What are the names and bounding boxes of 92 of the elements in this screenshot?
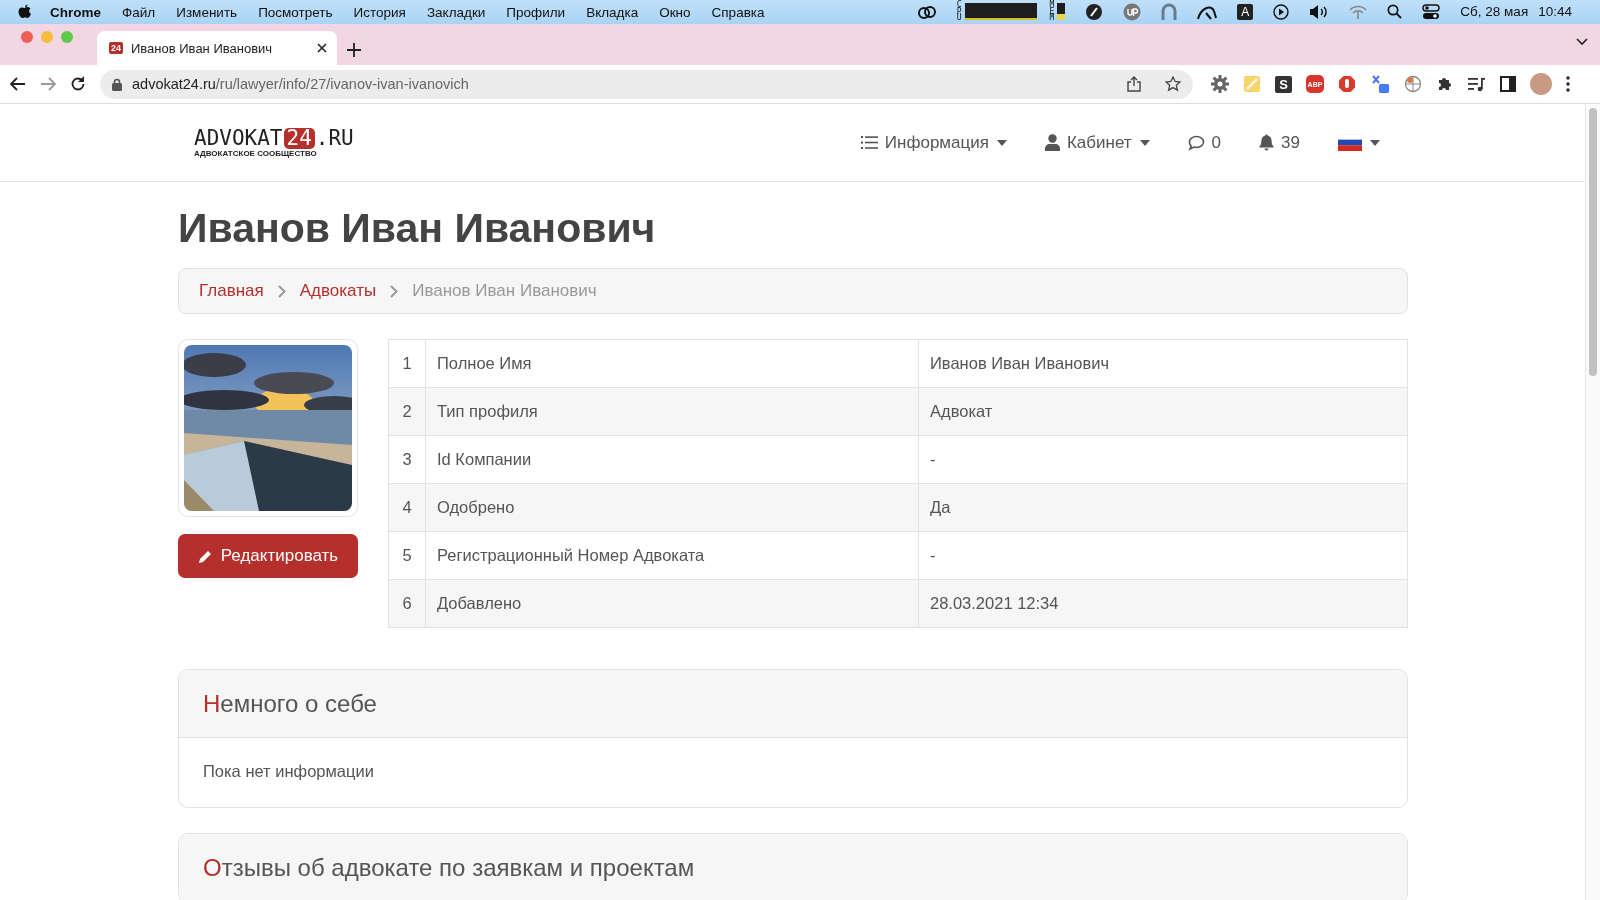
arch-icon[interactable] — [1161, 3, 1178, 21]
star-icon[interactable] — [1165, 76, 1181, 92]
field-name-cell: Тип профиля — [425, 387, 919, 436]
breadcrumb-current: Иванов Иван Иванович — [412, 281, 597, 301]
field-value-cell: 28.03.2021 12:34 — [918, 579, 1408, 628]
menu-item[interactable]: История — [353, 4, 406, 20]
list-icon — [860, 135, 878, 150]
chevron-right-icon — [277, 284, 286, 298]
caret-icon — [1139, 139, 1150, 146]
menu-item[interactable]: Изменить — [176, 4, 238, 20]
extension-icon[interactable]: S — [1275, 75, 1292, 93]
field-name-cell: Добавлено — [425, 579, 919, 628]
breadcrumb-link[interactable]: Адвокаты — [299, 281, 377, 301]
pencil-icon — [197, 548, 213, 564]
menu-item[interactable]: Посмотреть — [258, 4, 333, 20]
row-number: 5 — [388, 531, 426, 580]
menu-item[interactable]: Профили — [506, 4, 566, 20]
browser-tab[interactable]: 24 Иванов Иван Иванович — [97, 31, 337, 65]
share-icon[interactable] — [1127, 76, 1141, 92]
menu-time[interactable]: 10:44 — [1538, 4, 1572, 20]
cpu-graph[interactable] — [964, 3, 1037, 21]
lock-icon — [112, 77, 122, 91]
more-options-icon[interactable] — [1566, 76, 1570, 92]
cpu-label: CPU — [956, 1, 962, 23]
side-panel-icon[interactable] — [1500, 76, 1516, 92]
notifications-count[interactable]: 39 — [1281, 132, 1300, 153]
memory-label: MEM — [1049, 1, 1055, 23]
tab-title: Иванов Иван Иванович — [131, 40, 274, 56]
menu-item[interactable]: Файл — [122, 4, 156, 20]
new-tab-icon[interactable] — [347, 43, 361, 57]
forward-arrow-icon[interactable] — [40, 77, 56, 91]
row-number: 2 — [388, 387, 426, 436]
row-number: 6 — [388, 579, 426, 628]
flag-icon[interactable] — [1338, 134, 1362, 151]
field-name-cell: Одобрено — [425, 483, 919, 532]
messages-count[interactable]: 0 — [1211, 132, 1222, 153]
reload-icon[interactable] — [70, 76, 86, 92]
field-value-cell: Иванов Иван Иванович — [918, 339, 1408, 388]
upload-badge-icon[interactable] — [1123, 3, 1142, 21]
menu-item[interactable]: Закладки — [426, 4, 486, 20]
row-number: 3 — [388, 435, 426, 484]
address-bar[interactable]: advokat24.ru/ru/lawyer/info/27/ivanov-ivan-ivanovich — [100, 69, 1193, 99]
field-name-cell: Регистрационный Номер Адвоката — [425, 531, 919, 580]
chevron-down-icon[interactable] — [1576, 38, 1588, 46]
site-favicon: 24 — [109, 42, 123, 54]
page-title: Иванов Иван Иванович — [178, 204, 657, 252]
puzzle-icon[interactable] — [1436, 75, 1454, 93]
scrollbar[interactable] — [1585, 104, 1600, 900]
logo-tagline: АДВОКАТСКОЕ СООБЩЕСТВО — [194, 148, 318, 158]
nav-menu-link[interactable]: Информация — [884, 132, 989, 153]
section-title: Отзывы об адвокате по заявкам и проектам — [203, 853, 695, 882]
url-text: advokat24.ru/ru/lawyer/info/27/ivanov-ivan-ivanovich — [132, 76, 470, 92]
field-name-cell: Id Компании — [425, 435, 919, 484]
close-icon[interactable] — [317, 43, 327, 53]
logo-badge[interactable]: 24 — [283, 127, 315, 149]
input-source-icon[interactable]: A — [1237, 4, 1254, 20]
field-value-cell: - — [918, 531, 1408, 580]
menu-item[interactable]: Справка — [711, 4, 765, 20]
menu-item[interactable]: Вкладка — [586, 4, 639, 20]
section-title: Немного о себе — [203, 689, 377, 718]
row-number: 4 — [388, 483, 426, 532]
globe-icon[interactable] — [1404, 75, 1422, 93]
section-text: Пока нет информации — [202, 761, 375, 782]
field-value-cell: - — [918, 435, 1408, 484]
logo-text[interactable]: ADVOKAT — [194, 127, 283, 149]
menu-app-name[interactable]: Chrome — [50, 4, 101, 20]
wifi-icon[interactable] — [1349, 4, 1368, 20]
logo-suffix[interactable]: .RU — [315, 127, 354, 149]
memory-meter[interactable] — [1057, 3, 1066, 21]
user-icon — [1044, 134, 1060, 151]
menu-item[interactable]: Окно — [659, 4, 691, 20]
field-value-cell: Да — [918, 483, 1408, 532]
volume-icon[interactable] — [1309, 4, 1330, 20]
play-icon[interactable] — [1273, 4, 1290, 20]
search-icon[interactable] — [1387, 4, 1403, 20]
apple-icon[interactable] — [18, 4, 32, 20]
field-name-cell: Полное Имя — [425, 339, 919, 388]
menu-date[interactable]: Сб, 28 мая — [1460, 4, 1529, 20]
bell-icon — [1259, 134, 1275, 151]
caret-icon — [996, 139, 1007, 146]
back-arrow-icon[interactable] — [10, 77, 26, 91]
control-center-icon[interactable] — [1422, 4, 1441, 20]
chevron-right-icon — [390, 284, 399, 298]
gear-icon[interactable] — [1211, 75, 1229, 93]
breadcrumb-link[interactable]: Главная — [199, 281, 264, 301]
caret-icon — [1370, 139, 1380, 146]
playlist-icon[interactable] — [1468, 76, 1486, 92]
speech-bubble-icon — [1187, 134, 1205, 151]
field-value-cell: Адвокат — [918, 387, 1408, 436]
edit-button[interactable]: Редактировать — [178, 534, 358, 578]
row-number: 1 — [388, 339, 426, 388]
nav-menu-link[interactable]: Кабинет — [1066, 132, 1132, 153]
